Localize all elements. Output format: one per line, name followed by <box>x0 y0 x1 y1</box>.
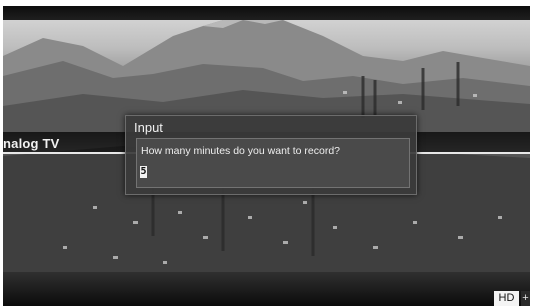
dialog-title: Input <box>134 120 163 135</box>
record-minutes-input[interactable]: 5 <box>140 166 147 178</box>
dialog-panel: How many minutes do you want to record? … <box>136 138 410 188</box>
top-bar <box>3 6 530 20</box>
record-minutes-prompt: How many minutes do you want to record? <box>141 145 341 157</box>
input-dialog: Input How many minutes do you want to re… <box>125 115 417 195</box>
plus-badge: + <box>521 291 530 306</box>
bottom-bar <box>3 272 530 306</box>
channel-label: nalog TV <box>3 136 60 151</box>
hd-badge: HD <box>494 291 519 306</box>
